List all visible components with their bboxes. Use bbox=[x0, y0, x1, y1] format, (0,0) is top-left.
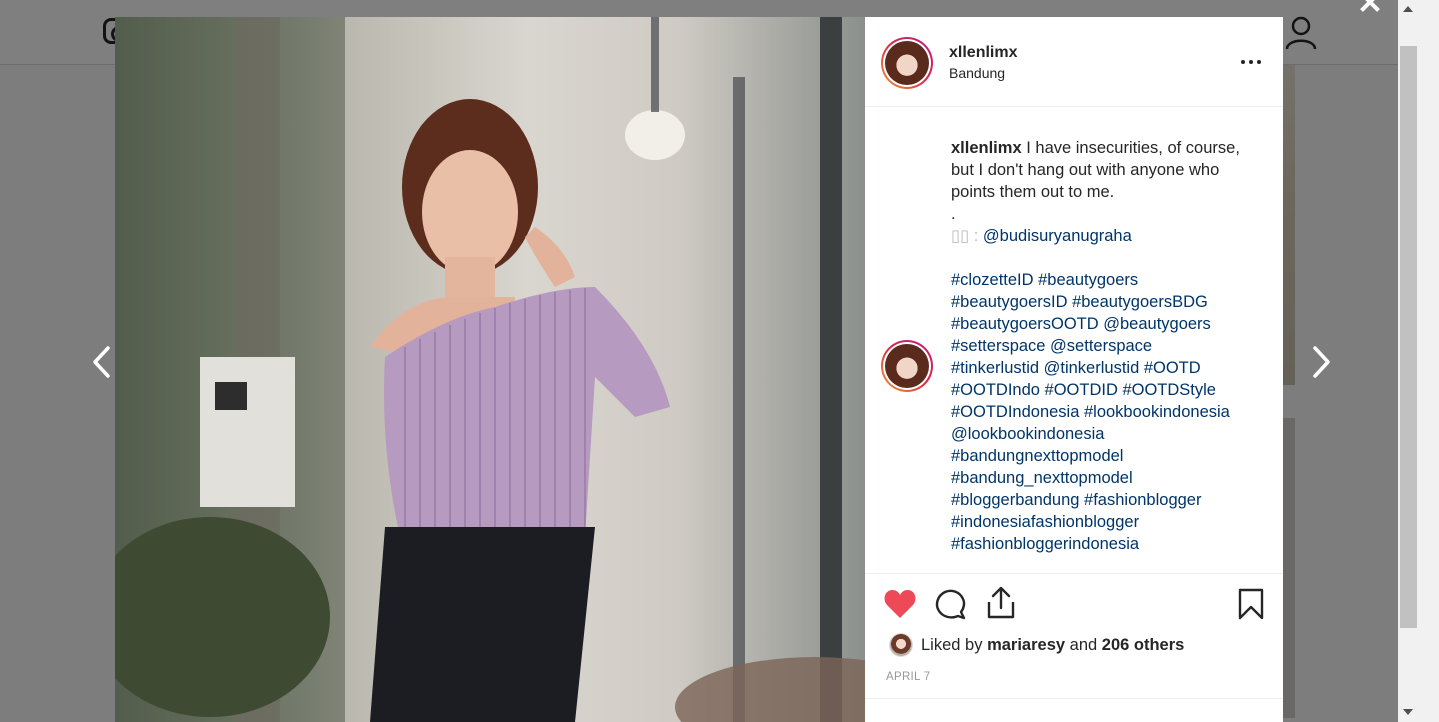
more-dot bbox=[1249, 60, 1253, 64]
scroll-down-arrow-icon[interactable] bbox=[1403, 709, 1413, 715]
caption-tag-line[interactable]: #tinkerlustid @tinkerlustid #OOTD bbox=[951, 357, 1261, 379]
post-actions: Liked by mariaresy and 206 others APRIL … bbox=[865, 573, 1283, 722]
caption-credit-handle[interactable]: @budisuryanugraha bbox=[983, 227, 1132, 245]
comment-bubble-icon[interactable] bbox=[933, 588, 967, 620]
post-modal: xllenlimx Bandung xllenlimx I have insec… bbox=[115, 17, 1283, 722]
post-sidebar: xllenlimx Bandung xllenlimx I have insec… bbox=[865, 17, 1283, 722]
heart-filled-icon[interactable] bbox=[883, 588, 917, 620]
liker-username[interactable]: mariaresy bbox=[987, 636, 1065, 654]
comments-panel[interactable]: xllenlimx I have insecurities, of course… bbox=[865, 107, 1283, 573]
caption-credit-prefix: ▯▯ : bbox=[951, 227, 983, 245]
liker-avatar[interactable] bbox=[889, 633, 913, 657]
post-caption: xllenlimx I have insecurities, of course… bbox=[951, 137, 1261, 555]
scrollbar-thumb[interactable] bbox=[1400, 46, 1417, 628]
avatar[interactable] bbox=[881, 37, 933, 89]
more-options-icon[interactable] bbox=[1237, 51, 1267, 71]
more-dot bbox=[1241, 60, 1245, 64]
post-photo[interactable] bbox=[115, 17, 865, 722]
add-comment-section[interactable] bbox=[865, 698, 1283, 722]
caption-body: xllenlimx I have insecurities, of course… bbox=[951, 137, 1261, 203]
close-icon[interactable] bbox=[1354, 0, 1386, 18]
avatar-photo bbox=[885, 344, 929, 388]
caption-tag-line[interactable]: #OOTDIndonesia #lookbookindonesia bbox=[951, 401, 1261, 423]
likes-prefix: Liked by bbox=[921, 636, 983, 654]
likes-summary: Liked by mariaresy and 206 others bbox=[921, 636, 1184, 655]
post-username[interactable]: xllenlimx bbox=[949, 44, 1017, 62]
scroll-up-arrow-icon[interactable] bbox=[1403, 6, 1413, 12]
caption-credit: ▯▯ : @budisuryanugraha bbox=[951, 225, 1261, 247]
caption-tag-line[interactable]: #beautygoersID #beautygoersBDG bbox=[951, 291, 1261, 313]
post-location[interactable]: Bandung bbox=[949, 65, 1005, 81]
caption-username[interactable]: xllenlimx bbox=[951, 139, 1022, 157]
post-date[interactable]: APRIL 7 bbox=[886, 671, 931, 683]
caption-tag-line[interactable]: #bandungnexttopmodel bbox=[951, 445, 1261, 467]
chevron-left-icon[interactable] bbox=[88, 344, 118, 380]
caption-tag-line[interactable]: #bloggerbandung #fashionblogger bbox=[951, 489, 1261, 511]
caption-tag-line[interactable]: #fashionbloggerindonesia bbox=[951, 533, 1261, 555]
caption-dot: . bbox=[951, 205, 956, 223]
post-header: xllenlimx Bandung bbox=[865, 17, 1283, 107]
caption-tag-line[interactable]: #OOTDIndo #OOTDID #OOTDStyle bbox=[951, 379, 1261, 401]
more-dot bbox=[1257, 60, 1261, 64]
caption-tag-line[interactable]: #bandung_nexttopmodel bbox=[951, 467, 1261, 489]
share-icon[interactable] bbox=[985, 586, 1017, 620]
caption-tag-line[interactable]: #clozetteID #beautygoers bbox=[951, 269, 1261, 291]
caption-tag-line[interactable]: #indonesiafashionblogger bbox=[951, 511, 1261, 533]
bookmark-icon[interactable] bbox=[1237, 588, 1265, 620]
likes-others-link[interactable]: 206 others bbox=[1102, 636, 1185, 654]
caption-avatar[interactable] bbox=[881, 340, 933, 392]
caption-tag-line[interactable]: #setterspace @setterspace bbox=[951, 335, 1261, 357]
caption-tag-line[interactable]: @lookbookindonesia bbox=[951, 423, 1261, 445]
avatar-photo bbox=[885, 41, 929, 85]
caption-tag-line[interactable]: #beautygoersOOTD @beautygoers bbox=[951, 313, 1261, 335]
chevron-right-icon[interactable] bbox=[1305, 344, 1335, 380]
photo-illustration bbox=[115, 17, 865, 722]
likes-conjunction: and bbox=[1069, 636, 1098, 654]
